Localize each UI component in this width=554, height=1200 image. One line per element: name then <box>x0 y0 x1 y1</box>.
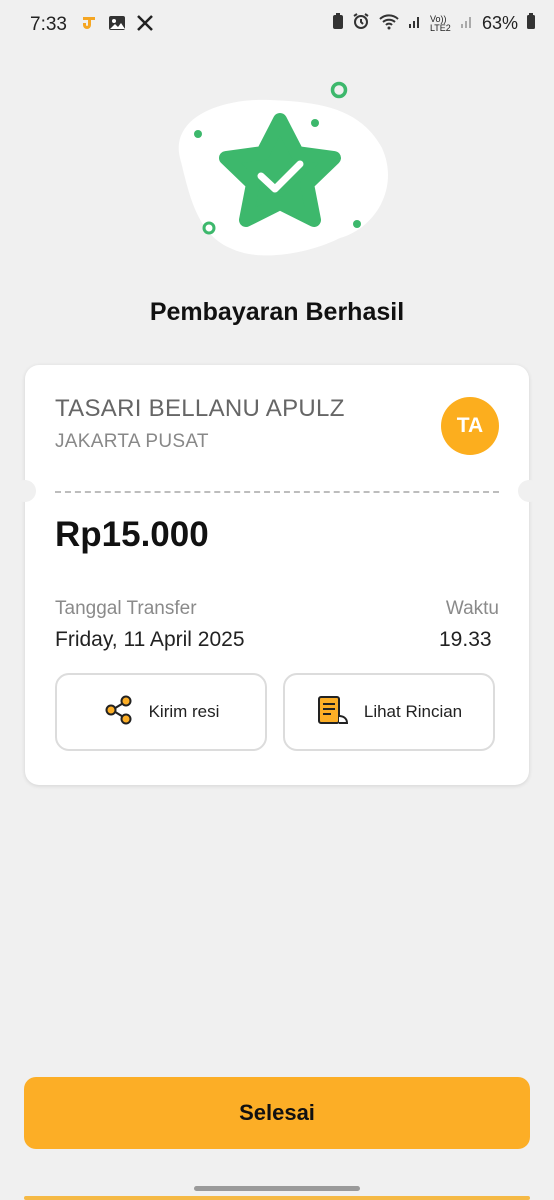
view-details-label: Lihat Rincian <box>363 702 463 721</box>
avatar: TA <box>441 397 499 455</box>
view-details-button[interactable]: Lihat Rincian <box>283 673 495 751</box>
share-receipt-button[interactable]: Kirim resi <box>55 673 267 751</box>
gallery-icon <box>108 14 126 37</box>
signal-icon-2 <box>460 13 474 34</box>
signal-icon <box>408 13 422 34</box>
network-label: Vo)) LTE2 <box>429 13 451 33</box>
transfer-time-value: 19.33 <box>439 628 492 651</box>
home-indicator[interactable] <box>194 1186 360 1191</box>
app-notification-icon <box>80 14 98 37</box>
recipient-city: JAKARTA PUSAT <box>55 431 209 452</box>
success-star-icon <box>178 81 388 256</box>
transfer-date-label: Tanggal Transfer <box>55 598 197 619</box>
success-illustration <box>160 78 400 268</box>
battery-saver-icon <box>332 12 344 35</box>
battery-percent: 63% <box>481 13 518 33</box>
battery-icon <box>526 12 536 35</box>
status-bar: 7:33 Vo)) LTE2 63% <box>0 0 554 42</box>
x-app-icon <box>136 14 154 37</box>
card-notch-left <box>14 480 36 502</box>
wifi-icon <box>378 12 400 35</box>
bottom-strip <box>24 1196 530 1200</box>
share-receipt-label: Kirim resi <box>148 702 220 721</box>
card-notch-right <box>518 480 540 502</box>
transfer-time-label: Waktu <box>445 598 499 619</box>
share-icon <box>103 694 135 731</box>
alarm-icon <box>352 12 370 35</box>
recipient-name: TASARI BELLANU APULZ <box>55 395 345 422</box>
page-title: Pembayaran Berhasil <box>149 298 405 326</box>
status-time: 7:33 <box>30 14 67 35</box>
status-left-icons <box>80 14 154 37</box>
transfer-date-value: Friday, 11 April 2025 <box>55 628 245 651</box>
done-button[interactable]: Selesai <box>24 1077 530 1149</box>
receipt-icon <box>316 694 350 731</box>
amount: Rp15.000 <box>55 515 209 554</box>
status-right-icons: Vo)) LTE2 63% <box>332 12 536 35</box>
divider <box>55 491 499 493</box>
receipt-card: TASARI BELLANU APULZ JAKARTA PUSAT TA Rp… <box>14 365 540 785</box>
